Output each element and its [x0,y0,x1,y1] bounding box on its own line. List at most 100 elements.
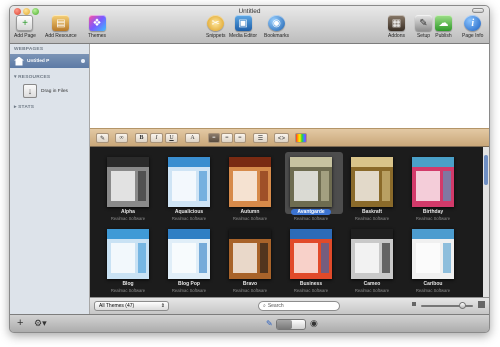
drag-in-files-item[interactable]: ↓ Drag in Files [23,84,68,98]
add-resource-label: Add Resource [45,33,77,39]
theme-name: Caribou [423,281,443,287]
media-editor-label: Media Editor [229,33,258,39]
setup-tools-icon: ✎ [415,15,432,31]
app-window: Untitled + Add Page ▤ Add Resource ❖ The… [9,5,490,333]
theme-item[interactable]: Business Realmac Software [279,225,343,297]
publish-button[interactable]: ☁ Publish [435,15,452,39]
theme-vendor: Realmac Software [415,216,451,221]
media-editor-button[interactable]: ▣ Media Editor [229,15,257,39]
thumbnail-size-slider[interactable] [421,302,473,309]
theme-item[interactable]: Autumn Realmac Software [218,153,282,225]
thumbnail-content [355,171,379,201]
page-status-dot-icon [81,59,85,63]
addons-button[interactable]: ▦ Addons [388,15,405,39]
thumbnail-sidebar [260,171,268,201]
theme-item[interactable]: Cameo Realmac Software [340,225,404,297]
thumbnail-header [229,229,271,239]
page-name: Untitled P [27,58,50,64]
thumbnail-sidebar [321,243,329,273]
scrollbar-thumb[interactable] [484,155,488,185]
sidebar-page-item[interactable]: Untitled P [10,54,89,68]
search-input[interactable]: ⌕ Search [258,301,340,311]
stats-header[interactable]: ▸ STATS [14,105,34,110]
theme-item[interactable]: Caribou Realmac Software [401,225,465,297]
code-button[interactable]: <> [274,133,289,143]
snippets-button[interactable]: ✂ Snippets [206,15,225,39]
add-resource-button[interactable]: ▤ Add Resource [45,15,77,39]
thumbnail-content [416,171,440,201]
font-size-button[interactable]: A [185,133,200,143]
themes-icon: ❖ [88,15,106,31]
list-style-icon[interactable]: ☰ [253,133,268,143]
theme-vendor: Realmac Software [293,216,329,221]
themes-button[interactable]: ❖ Themes [88,15,106,39]
edit-preview-toggle[interactable] [276,319,306,330]
theme-item[interactable]: Baskraft Realmac Software [340,153,404,225]
addons-label: Addons [388,33,405,39]
preview-eye-icon[interactable]: ◉ [310,318,318,329]
sidebar: WEBPAGES Untitled P ▾ RESOURCES ↓ Drag i… [10,44,90,314]
theme-item[interactable]: Avantgarde Realmac Software [279,153,343,225]
thumbnail-content [233,171,257,201]
filter-value: All Themes (47) [99,303,135,309]
content-editor[interactable] [90,44,489,128]
theme-item[interactable]: Blog Realmac Software [96,225,160,297]
theme-name: Blog Pop [178,281,200,287]
align-center-icon[interactable]: ≡ [221,133,233,143]
thumbnail-sidebar [199,243,207,273]
bullet-list-icon[interactable]: ✎ [96,133,109,143]
thumbnail-header [107,157,149,167]
align-left-icon[interactable]: ≡ [208,133,220,143]
thumbnail-sidebar [138,171,146,201]
theme-item[interactable]: Alpha Realmac Software [96,153,160,225]
thumbnail-content [111,243,135,273]
snippets-label: Snippets [206,33,226,39]
page-info-button[interactable]: i Page Info [462,15,483,39]
align-right-icon[interactable]: ≡ [234,133,246,143]
window-title: Untitled [238,8,261,15]
theme-item[interactable]: Bravo Realmac Software [218,225,282,297]
gear-icon[interactable]: ⚙▾ [34,318,47,329]
theme-item[interactable]: Aqualicious Realmac Software [157,153,221,225]
theme-thumbnail [229,157,271,207]
add-page-label: Add Page [14,33,36,39]
theme-filter-select[interactable]: All Themes (47) ⇕ [94,301,169,311]
theme-item[interactable]: Blog Pop Realmac Software [157,225,221,297]
large-grid-icon [478,301,485,308]
drag-files-label: Drag in Files [41,88,68,94]
theme-scrollbar[interactable] [483,147,489,297]
add-page-button[interactable]: + Add Page [14,15,36,39]
theme-name: Cameo [363,281,381,287]
thumbnail-content [172,171,196,201]
theme-vendor: Realmac Software [232,288,268,293]
underline-button[interactable]: U [165,133,178,143]
bookmarks-globe-icon: ◉ [268,15,285,31]
thumbnail-sidebar [260,243,268,273]
theme-thumbnail [229,229,271,279]
toolbar: Untitled + Add Page ▤ Add Resource ❖ The… [10,6,489,44]
link-icon[interactable]: ∞ [115,133,128,143]
theme-browser: Alpha Realmac Software Aqualicious Realmac … [90,147,489,297]
media-editor-icon: ▣ [234,15,252,31]
thumbnail-sidebar [443,243,451,273]
thumbnail-sidebar [138,243,146,273]
slider-knob[interactable] [459,302,466,309]
thumbnail-content [111,171,135,201]
add-icon[interactable]: + [17,317,23,329]
thumbnail-content [294,171,318,201]
color-picker-icon[interactable] [295,133,307,143]
setup-button[interactable]: ✎ Setup [415,15,432,39]
theme-name: Avantgarde [291,209,331,215]
thumbnail-content [233,243,257,273]
publish-cloud-icon: ☁ [435,15,452,31]
edit-pencil-icon[interactable]: ✎ [266,319,273,328]
theme-item[interactable]: Birthday Realmac Software [401,153,465,225]
setup-label: Setup [416,33,431,39]
thumbnail-header [229,157,271,167]
italic-button[interactable]: I [150,133,163,143]
bold-button[interactable]: B [135,133,148,143]
status-bar: + ⚙▾ ✎ ◉ [10,314,489,332]
bookmarks-button[interactable]: ◉ Bookmarks [264,15,289,39]
add-resource-icon: ▤ [52,15,70,31]
resources-header[interactable]: ▾ RESOURCES [14,75,50,80]
